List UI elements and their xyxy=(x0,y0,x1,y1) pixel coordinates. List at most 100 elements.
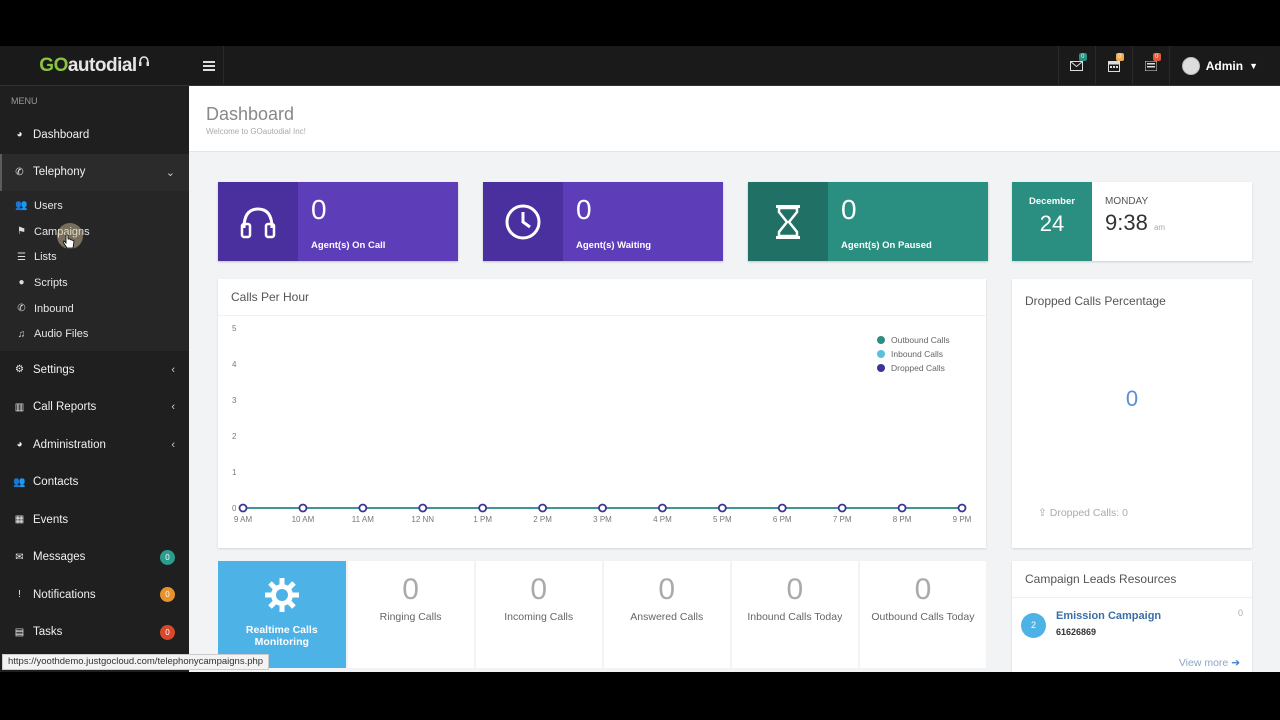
tasks-menu-button[interactable]: 0 xyxy=(1131,46,1169,86)
messages-menu-button[interactable]: 0 xyxy=(1057,46,1095,86)
app-frame: GOautodial 0 0 0 Admin ▼ MENU ◕ Dashboar… xyxy=(0,46,1280,672)
sidebar-item-events[interactable]: ▦ Events xyxy=(0,501,189,539)
data-point xyxy=(478,503,488,513)
panel-title: Calls Per Hour xyxy=(218,279,986,316)
y-tick-label: 5 xyxy=(232,324,237,333)
sidebar-subitem-campaigns[interactable]: ⚑ Campaigns xyxy=(0,219,189,245)
calls-per-hour-panel: Calls Per Hour 0 1 2 3 4 5 9 AM 10 AM 11 AM 12 NN… xyxy=(218,279,986,548)
users-icon: 👥 xyxy=(13,476,26,488)
tile-value: 0 xyxy=(914,573,932,606)
calendar-menu-button[interactable]: 0 xyxy=(1094,46,1132,86)
y-tick-label: 0 xyxy=(232,504,237,513)
sidebar-item-contacts[interactable]: 👥 Contacts xyxy=(0,464,189,502)
tasks-icon xyxy=(1144,61,1157,71)
dropped-percentage-value: 0 xyxy=(1125,386,1139,411)
messages-badge: 0 xyxy=(1078,53,1087,61)
stat-value: 0 xyxy=(311,194,327,225)
tile-incoming-calls: 0 Incoming Calls xyxy=(475,561,602,668)
sidebar-item-label: Notifications xyxy=(33,588,96,601)
sidebar-subitem-label: Scripts xyxy=(34,276,68,289)
user-menu[interactable]: Admin ▼ xyxy=(1168,46,1280,86)
stat-value: 0 xyxy=(576,194,592,225)
x-tick-label: 10 AM xyxy=(292,515,315,524)
chevron-down-icon: ⌄ xyxy=(165,166,175,179)
chevron-left-icon: ‹ xyxy=(171,401,175,414)
call-stats-tiles: Realtime Calls Monitoring 0 Ringing Calls… xyxy=(218,561,986,668)
sidebar-subitem-users[interactable]: 👥 Users xyxy=(0,193,189,219)
realtime-monitoring-button[interactable]: Realtime Calls Monitoring xyxy=(218,561,346,668)
stat-value: 0 xyxy=(841,194,857,225)
logo[interactable]: GOautodial xyxy=(0,46,189,86)
panel-title: Dropped Calls Percentage xyxy=(1025,294,1166,308)
y-tick-label: 3 xyxy=(232,396,237,405)
list-item[interactable]: 2 Emission Campaign 61626869 0 xyxy=(1012,598,1252,638)
x-tick-label: 11 AM xyxy=(352,515,374,524)
sidebar-item-telephony[interactable]: ✆ Telephony ⌄ xyxy=(0,153,189,191)
sidebar-item-administration[interactable]: ◕ Administration ‹ xyxy=(0,426,189,464)
tile-inbound-calls-today: 0 Inbound Calls Today xyxy=(731,561,858,668)
legend-label: Outbound Calls xyxy=(891,335,950,345)
sidebar-item-notifications[interactable]: ! Notifications 0 xyxy=(0,576,189,614)
clock-ampm: am xyxy=(1153,223,1166,232)
y-tick-label: 4 xyxy=(232,360,237,369)
dropped-calls-footer: Dropped Calls: 0 xyxy=(1049,507,1128,519)
sidebar-subitem-lists[interactable]: ☰ Lists xyxy=(0,244,189,270)
envelope-icon: ✉ xyxy=(15,551,24,563)
y-tick-label: 2 xyxy=(232,432,237,441)
sidebar-subitem-label: Audio Files xyxy=(34,328,89,341)
clock-icon xyxy=(483,182,563,261)
list-icon: ☰ xyxy=(17,251,26,263)
calendar-icon: ▦ xyxy=(14,514,25,526)
page-subtitle: Welcome to GOautodial Inc! xyxy=(206,127,306,136)
notifications-count-badge: 0 xyxy=(160,587,175,603)
stat-card-waiting[interactable]: 0 Agent(s) Waiting xyxy=(483,182,723,261)
envelope-icon xyxy=(1070,61,1084,71)
caret-down-icon: ▼ xyxy=(1249,61,1258,71)
data-point xyxy=(717,503,727,513)
messages-count-badge: 0 xyxy=(160,549,175,565)
tile-label: Inbound Calls Today xyxy=(747,611,843,623)
x-tick-label: 5 PM xyxy=(713,515,732,524)
sidebar-subitem-audio-files[interactable]: ♫ Audio Files xyxy=(0,321,189,347)
dashboard-icon: ◕ xyxy=(16,129,23,141)
sidebar-item-messages[interactable]: ✉ Messages 0 xyxy=(0,539,189,577)
sidebar-subitem-inbound[interactable]: ✆ Inbound xyxy=(0,296,189,322)
comment-icon: ● xyxy=(18,277,25,289)
chevron-left-icon: ‹ xyxy=(171,363,175,376)
chevron-left-icon: ‹ xyxy=(171,438,175,451)
y-tick-label: 1 xyxy=(232,468,237,477)
view-more-link[interactable]: View more ➔ xyxy=(1179,657,1240,669)
campaign-name-link[interactable]: Emission Campaign xyxy=(1056,610,1161,622)
sidebar-subitem-label: Lists xyxy=(34,251,57,264)
sidebar-item-tasks[interactable]: ▤ Tasks 0 xyxy=(0,614,189,652)
data-point xyxy=(777,503,787,513)
main-content: Dashboard Welcome to GOautodial Inc! 0 A… xyxy=(189,86,1280,672)
headset-logo-icon xyxy=(138,56,149,66)
sidebar-subitem-scripts[interactable]: ● Scripts xyxy=(0,270,189,296)
sidebar-item-dashboard[interactable]: ◕ Dashboard xyxy=(0,116,189,154)
tile-label: Answered Calls xyxy=(630,611,704,623)
page-title: Dashboard xyxy=(206,104,295,124)
music-icon: ♫ xyxy=(17,328,26,340)
tile-value: 0 xyxy=(402,573,419,606)
realtime-label: Realtime Calls Monitoring xyxy=(245,624,318,648)
data-point xyxy=(837,503,847,513)
sidebar-item-settings[interactable]: ⚙ Settings ‹ xyxy=(0,351,189,389)
tile-value: 0 xyxy=(786,573,804,606)
calendar-icon xyxy=(1107,61,1120,72)
stat-card-paused[interactable]: 0 Agent(s) On Paused xyxy=(748,182,988,261)
legend-label: Inbound Calls xyxy=(891,349,943,359)
hamburger-icon[interactable] xyxy=(194,46,224,86)
sidebar-item-label: Administration xyxy=(33,438,106,451)
x-tick-label: 3 PM xyxy=(593,515,612,524)
stat-card-on-call[interactable]: 0 Agent(s) On Call xyxy=(218,182,458,261)
sidebar-item-call-reports[interactable]: ▥ Call Reports ‹ xyxy=(0,389,189,427)
bar-chart-icon: ▥ xyxy=(14,401,25,413)
sidebar-subitem-label: Users xyxy=(34,199,63,212)
menu-label: MENU xyxy=(11,96,38,106)
sidebar-item-label: Call Reports xyxy=(33,401,97,414)
dropped-calls-panel: Dropped Calls Percentage 0 ⇪ Dropped Cal… xyxy=(1012,279,1252,548)
tile-value: 0 xyxy=(530,573,548,606)
hourglass-icon xyxy=(748,182,828,261)
stat-label: Agent(s) On Call xyxy=(311,240,386,251)
